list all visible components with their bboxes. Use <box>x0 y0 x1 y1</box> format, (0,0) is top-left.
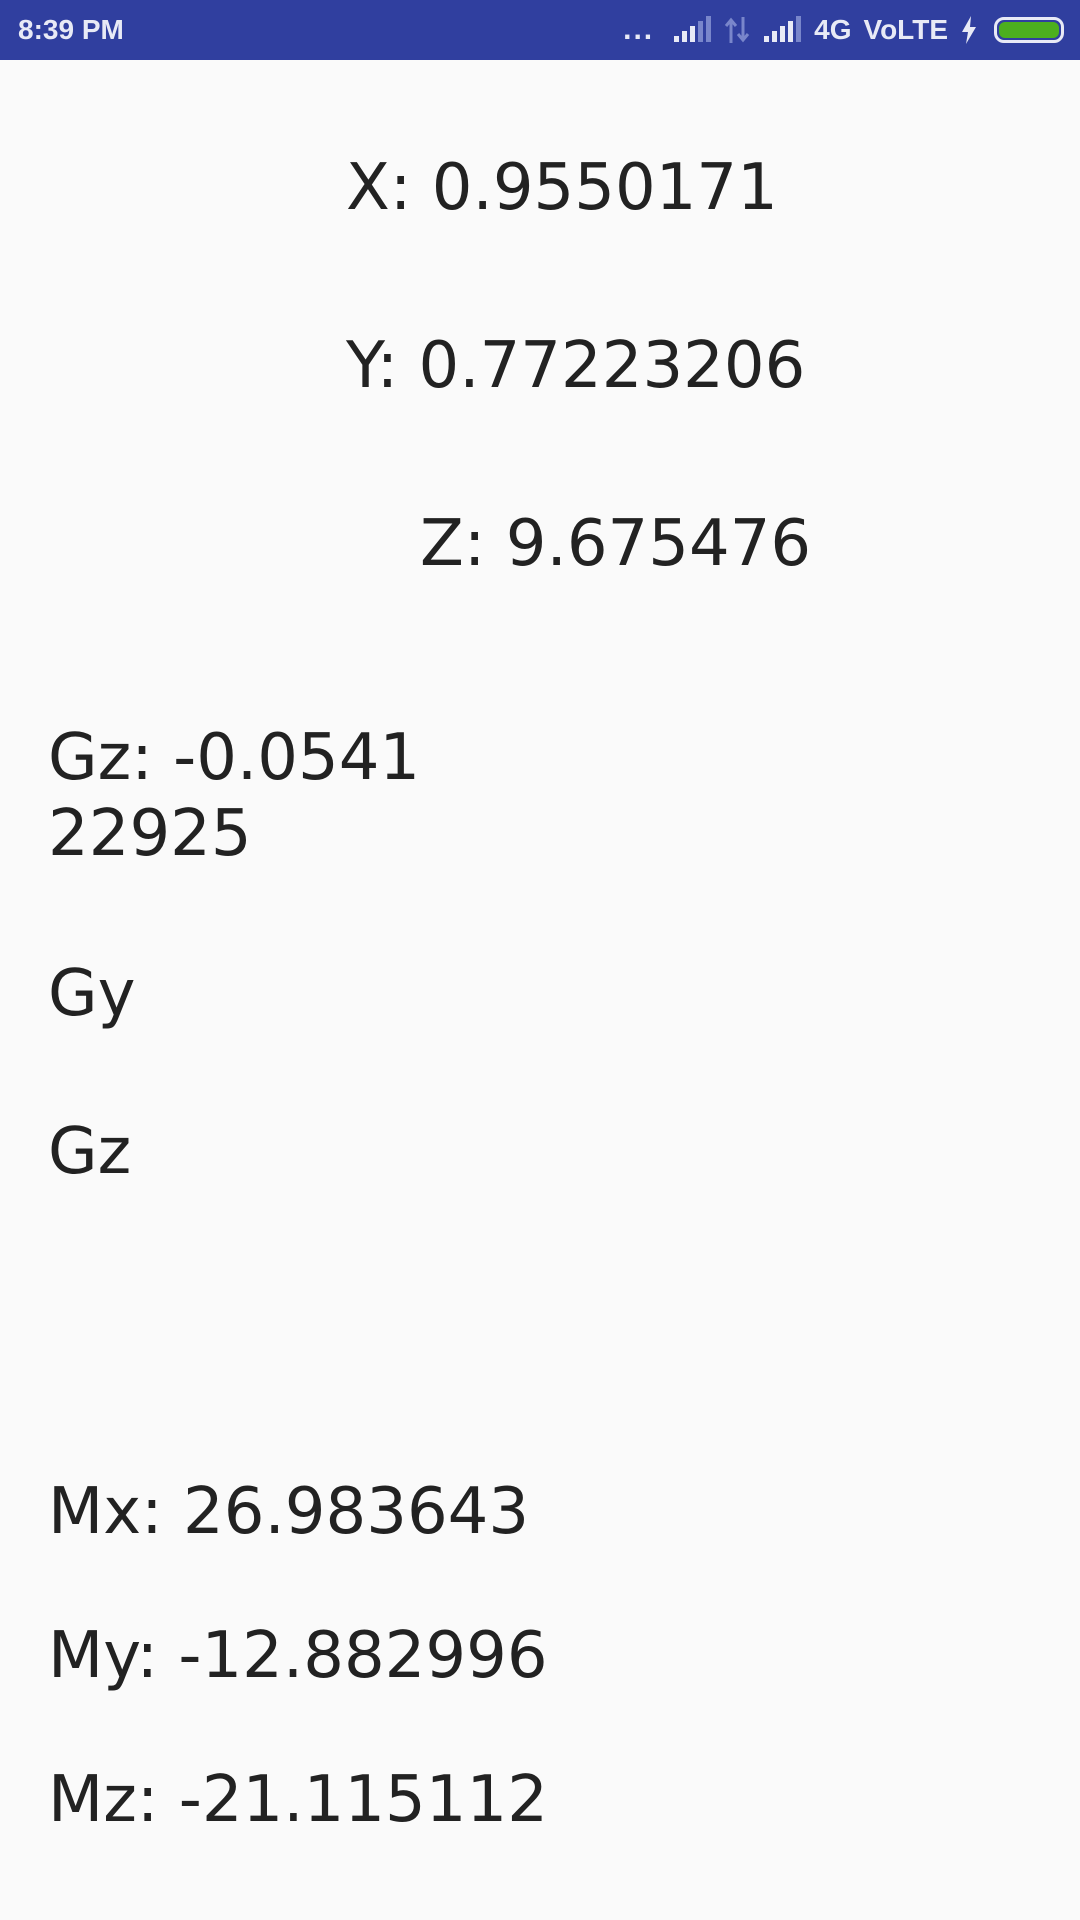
status-icons: ... 4G VoLTE <box>623 0 1064 60</box>
signal-strength-icon-2 <box>762 16 802 44</box>
data-transfer-icon <box>724 15 750 45</box>
mag-z-reading: Mz: -21.115112 <box>48 1763 548 1837</box>
gyro-z-value: Gz: -0.054122925 <box>48 721 421 871</box>
gyro-y-label: Gy <box>48 957 136 1031</box>
accel-x-reading: X: 0.9550171 <box>346 151 778 225</box>
mag-x-reading: Mx: 26.983643 <box>48 1475 530 1549</box>
accel-z-reading: Z: 9.675476 <box>420 507 812 581</box>
mag-y-reading: My: -12.882996 <box>48 1619 548 1693</box>
battery-icon <box>994 17 1064 43</box>
charging-bolt-icon <box>960 15 978 45</box>
signal-strength-icon-1 <box>672 16 712 44</box>
battery-level <box>999 22 1059 38</box>
network-type-label: 4G <box>814 14 852 45</box>
more-notifications-icon: ... <box>623 13 655 46</box>
status-time: 8:39 PM <box>18 14 124 45</box>
status-bar: 8:39 PM ... 4G VoLTE <box>0 0 1080 60</box>
accel-y-reading: Y: 0.77223206 <box>346 329 806 403</box>
volte-label: VoLTE <box>863 14 948 45</box>
gyro-z-label: Gz <box>48 1115 132 1189</box>
